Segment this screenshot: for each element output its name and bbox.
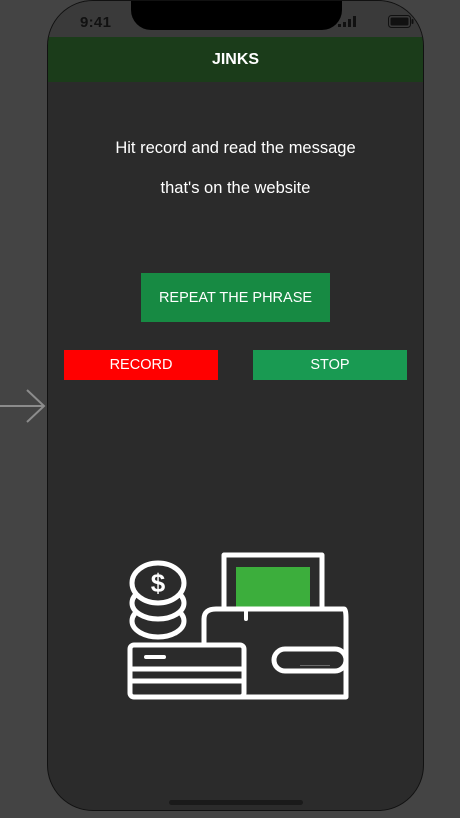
stop-button[interactable]: STOP [253,350,407,380]
navigation-bar: JINKS [48,37,423,82]
arrow-right-icon [0,389,46,423]
battery-icon [388,15,414,28]
status-time: 9:41 [80,14,112,31]
signal-icon [338,16,356,27]
device-notch [131,1,342,30]
money-wallet-icon: $ [127,552,349,700]
storyboard-canvas: 9:41 JINKS Hit record and read the messa… [0,0,460,818]
svg-text:$: $ [151,568,166,598]
phone-frame: 9:41 JINKS Hit record and read the messa… [47,0,424,811]
nav-title: JINKS [211,51,260,68]
repeat-phrase-button[interactable]: REPEAT THE PHRASE [141,273,330,322]
status-bar: 9:41 [48,1,423,37]
instruction-line-2: that's on the website [160,179,311,197]
record-button[interactable]: RECORD [64,350,218,380]
divider-line [300,665,330,666]
home-indicator [169,800,303,805]
instruction-line-1: Hit record and read the message [115,139,356,157]
